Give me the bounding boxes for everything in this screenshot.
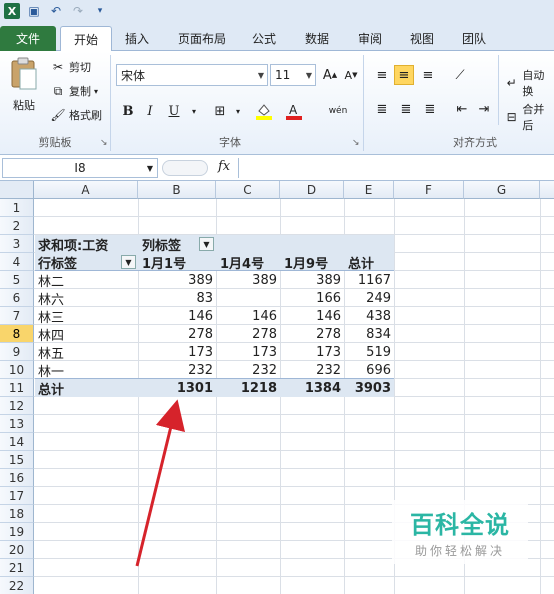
watermark-subtitle: 助你轻松解决 (414, 544, 505, 558)
watermark-title: 百科全说 (410, 511, 510, 539)
watermark-logo: 百科全说 助你轻松解决 (392, 500, 528, 564)
